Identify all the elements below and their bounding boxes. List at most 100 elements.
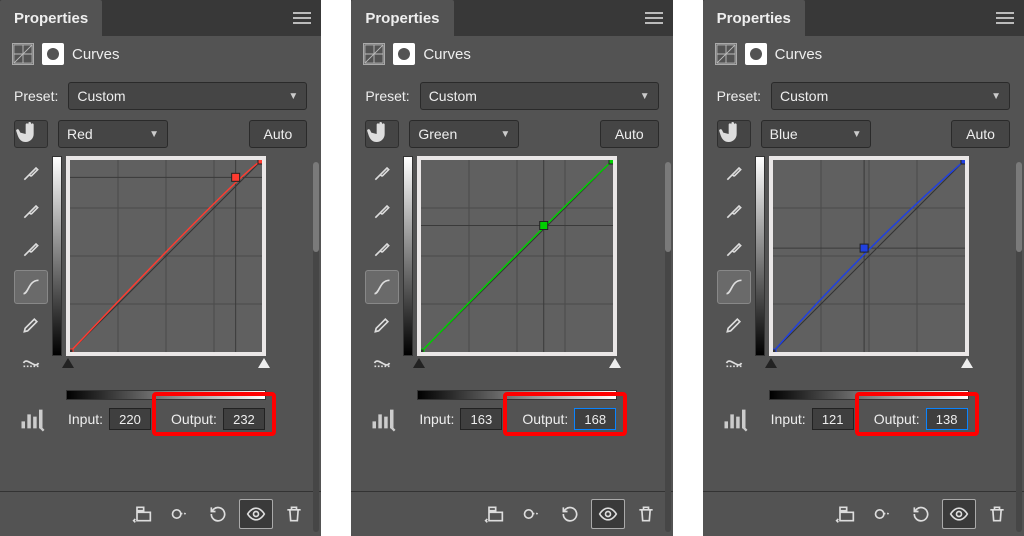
targeted-adjust-button[interactable] <box>365 120 399 148</box>
clip-to-layer-button[interactable] <box>125 499 159 529</box>
black-point-eyedropper[interactable] <box>14 156 48 190</box>
tab-properties[interactable]: Properties <box>0 0 102 36</box>
input-slider-track[interactable] <box>769 358 969 374</box>
smooth-curve-tool[interactable] <box>717 346 751 380</box>
input-value-field[interactable]: 121 <box>812 408 854 430</box>
channel-select[interactable]: Red ▼ <box>58 120 168 148</box>
view-previous-state-button[interactable] <box>163 499 197 529</box>
sampler-tool-column <box>14 156 48 400</box>
toggle-visibility-button[interactable] <box>942 499 976 529</box>
auto-button[interactable]: Auto <box>600 120 659 148</box>
layer-mask-icon[interactable] <box>745 43 767 65</box>
histogram-icon[interactable] <box>18 408 46 430</box>
channel-select[interactable]: Blue ▼ <box>761 120 871 148</box>
tab-bar: Properties <box>0 0 321 36</box>
input-output-row: Input: 121 Output: 138 <box>717 408 1010 430</box>
black-point-eyedropper[interactable] <box>717 156 751 190</box>
layer-mask-icon[interactable] <box>42 43 64 65</box>
preset-select[interactable]: Custom ▼ <box>420 82 659 110</box>
white-point-eyedropper[interactable] <box>365 232 399 266</box>
clip-to-layer-button[interactable] <box>828 499 862 529</box>
panel-menu-icon[interactable] <box>645 8 667 28</box>
reset-button[interactable] <box>553 499 587 529</box>
reset-button[interactable] <box>904 499 938 529</box>
curves-adjustment-icon[interactable] <box>715 43 737 65</box>
delete-adjustment-button[interactable] <box>980 499 1014 529</box>
histogram-icon[interactable] <box>721 408 749 430</box>
input-value-field[interactable]: 163 <box>460 408 502 430</box>
panel-scrollbar[interactable] <box>1016 162 1022 532</box>
white-point-slider[interactable] <box>258 358 270 368</box>
gray-point-eyedropper[interactable] <box>365 194 399 228</box>
toggle-visibility-button[interactable] <box>591 499 625 529</box>
view-previous-state-button[interactable] <box>515 499 549 529</box>
output-value-field[interactable]: 168 <box>574 408 616 430</box>
curves-graph[interactable] <box>66 156 266 356</box>
black-point-slider[interactable] <box>765 358 777 368</box>
panel-footer <box>351 492 672 536</box>
draw-curve-tool[interactable] <box>717 308 751 342</box>
draw-curve-tool[interactable] <box>365 308 399 342</box>
delete-adjustment-button[interactable] <box>277 499 311 529</box>
input-value-field[interactable]: 220 <box>109 408 151 430</box>
layer-mask-icon[interactable] <box>393 43 415 65</box>
panel-scrollbar[interactable] <box>665 162 671 532</box>
panel-menu-icon[interactable] <box>293 8 315 28</box>
draw-curve-tool[interactable] <box>14 308 48 342</box>
smooth-curve-tool[interactable] <box>365 346 399 380</box>
output-label: Output: <box>171 411 217 427</box>
tab-properties[interactable]: Properties <box>703 0 805 36</box>
toggle-visibility-button[interactable] <box>239 499 273 529</box>
curves-graph[interactable] <box>769 156 969 356</box>
black-point-slider[interactable] <box>62 358 74 368</box>
adjustment-name: Curves <box>72 46 120 63</box>
adjustment-name: Curves <box>775 46 823 63</box>
delete-adjustment-button[interactable] <box>629 499 663 529</box>
black-point-eyedropper[interactable] <box>365 156 399 190</box>
adjustment-header: Curves <box>0 36 321 72</box>
clip-to-layer-button[interactable] <box>477 499 511 529</box>
targeted-adjust-button[interactable] <box>14 120 48 148</box>
output-value-field[interactable]: 232 <box>223 408 265 430</box>
channel-value: Red <box>67 126 93 142</box>
auto-button[interactable]: Auto <box>249 120 308 148</box>
curves-adjustment-icon[interactable] <box>12 43 34 65</box>
edit-points-tool[interactable] <box>365 270 399 304</box>
tab-properties[interactable]: Properties <box>351 0 453 36</box>
preset-label: Preset: <box>365 88 409 104</box>
white-point-eyedropper[interactable] <box>14 232 48 266</box>
properties-panel: Properties Curves Preset: Custom ▼ Green… <box>351 0 672 536</box>
output-value-field[interactable]: 138 <box>926 408 968 430</box>
preset-select[interactable]: Custom ▼ <box>771 82 1010 110</box>
preset-select[interactable]: Custom ▼ <box>68 82 307 110</box>
preset-value: Custom <box>77 88 125 104</box>
gray-point-eyedropper[interactable] <box>717 194 751 228</box>
white-point-slider[interactable] <box>961 358 973 368</box>
view-previous-state-button[interactable] <box>866 499 900 529</box>
tab-bar: Properties <box>703 0 1024 36</box>
curves-graph[interactable] <box>417 156 617 356</box>
chevron-down-icon: ▼ <box>640 91 650 102</box>
panel-menu-icon[interactable] <box>996 8 1018 28</box>
reset-button[interactable] <box>201 499 235 529</box>
input-label: Input: <box>419 411 454 427</box>
gray-point-eyedropper[interactable] <box>14 194 48 228</box>
edit-points-tool[interactable] <box>14 270 48 304</box>
curves-adjustment-icon[interactable] <box>363 43 385 65</box>
white-point-eyedropper[interactable] <box>717 232 751 266</box>
black-point-slider[interactable] <box>413 358 425 368</box>
properties-panel: Properties Curves Preset: Custom ▼ Blue … <box>703 0 1024 536</box>
input-slider-track[interactable] <box>66 358 266 374</box>
panel-scrollbar[interactable] <box>313 162 319 532</box>
auto-button[interactable]: Auto <box>951 120 1010 148</box>
smooth-curve-tool[interactable] <box>14 346 48 380</box>
white-point-slider[interactable] <box>609 358 621 368</box>
input-slider-track[interactable] <box>417 358 617 374</box>
targeted-adjust-button[interactable] <box>717 120 751 148</box>
channel-select[interactable]: Green ▼ <box>409 120 519 148</box>
adjustment-header: Curves <box>703 36 1024 72</box>
histogram-icon[interactable] <box>369 408 397 430</box>
sampler-tool-column <box>365 156 399 400</box>
tab-bar: Properties <box>351 0 672 36</box>
edit-points-tool[interactable] <box>717 270 751 304</box>
